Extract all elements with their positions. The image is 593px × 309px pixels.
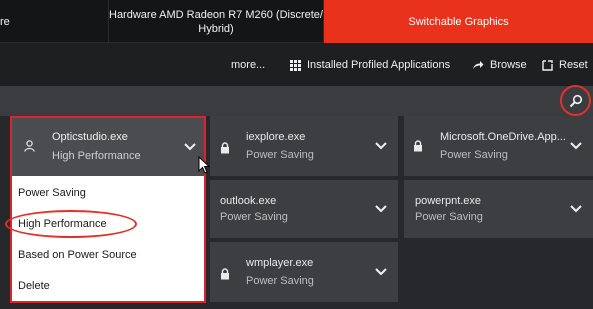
app-card[interactable]: iexplore.exe Power Saving [210,116,398,176]
more-label: more... [231,59,266,71]
tab-bar: re Hardware AMD Radeon R7 M260 (Discrete… [0,0,593,43]
lock-icon [414,140,422,152]
search-icon [569,94,582,107]
installed-label: Installed Profiled Applications [307,59,451,71]
user-icon [24,140,35,152]
chevron-down-icon[interactable] [375,142,387,150]
chevron-down-icon[interactable] [184,143,196,151]
app-card[interactable]: wmplayer.exe Power Saving [210,242,398,302]
grid-icon [290,59,301,71]
browse-button[interactable]: Browse [472,59,527,71]
menu-item-power-saving[interactable]: Power Saving [18,187,86,199]
tab-label: re [0,15,10,28]
reset-button[interactable]: Reset [542,59,588,71]
lock-icon [221,268,229,280]
app-card[interactable]: powerpnt.exe Power Saving [404,180,593,238]
search-bar[interactable] [0,86,593,116]
mouse-cursor-icon [198,156,210,174]
app-name: Microsoft.OneDrive.App... [440,131,566,143]
tab-label: Hardware AMD Radeon R7 M260 (Discrete/ H… [109,8,323,35]
lock-icon [221,142,229,154]
highlight-ring [5,210,137,238]
app-name: Opticstudio.exe [52,131,128,143]
tab-partial[interactable]: re [0,0,108,43]
share-arrow-icon [473,61,484,69]
browse-label: Browse [490,59,527,71]
tab-hardware[interactable]: Hardware AMD Radeon R7 M260 (Discrete/ H… [108,0,324,43]
app-name: outlook.exe [220,195,277,207]
reset-label: Reset [559,59,588,71]
app-mode: Power Saving [415,211,483,223]
installed-profiled-apps-button[interactable]: Installed Profiled Applications [290,59,450,71]
tab-switchable-graphics[interactable]: Switchable Graphics [324,0,593,43]
app-mode: Power Saving [440,149,508,161]
chevron-down-icon[interactable] [375,205,387,213]
more-button[interactable]: more... [231,59,265,71]
app-card[interactable]: Microsoft.OneDrive.App... Power Saving [404,116,593,176]
toolbar: more... Installed Profiled Applications … [0,43,593,86]
app-name: iexplore.exe [246,131,306,143]
reset-icon [542,59,553,71]
menu-item-delete[interactable]: Delete [18,280,50,292]
app-name: powerpnt.exe [415,195,482,207]
app-mode: Power Saving [246,149,314,161]
menu-item-based-on-power-source[interactable]: Based on Power Source [18,249,137,261]
app-mode: Power Saving [246,275,314,287]
expanded-app-card[interactable]: Opticstudio.exe High Performance Power S… [10,116,206,303]
app-name: wmplayer.exe [246,257,314,269]
chevron-down-icon[interactable] [375,268,387,276]
search-button[interactable] [560,85,591,116]
tab-label: Switchable Graphics [408,15,509,28]
app-card[interactable]: outlook.exe Power Saving [210,180,398,238]
chevron-down-icon[interactable] [570,142,582,150]
chevron-down-icon[interactable] [570,205,582,213]
app-mode: Power Saving [220,211,288,223]
expanded-app-header[interactable]: Opticstudio.exe High Performance [12,118,204,176]
app-mode: High Performance [52,150,141,162]
